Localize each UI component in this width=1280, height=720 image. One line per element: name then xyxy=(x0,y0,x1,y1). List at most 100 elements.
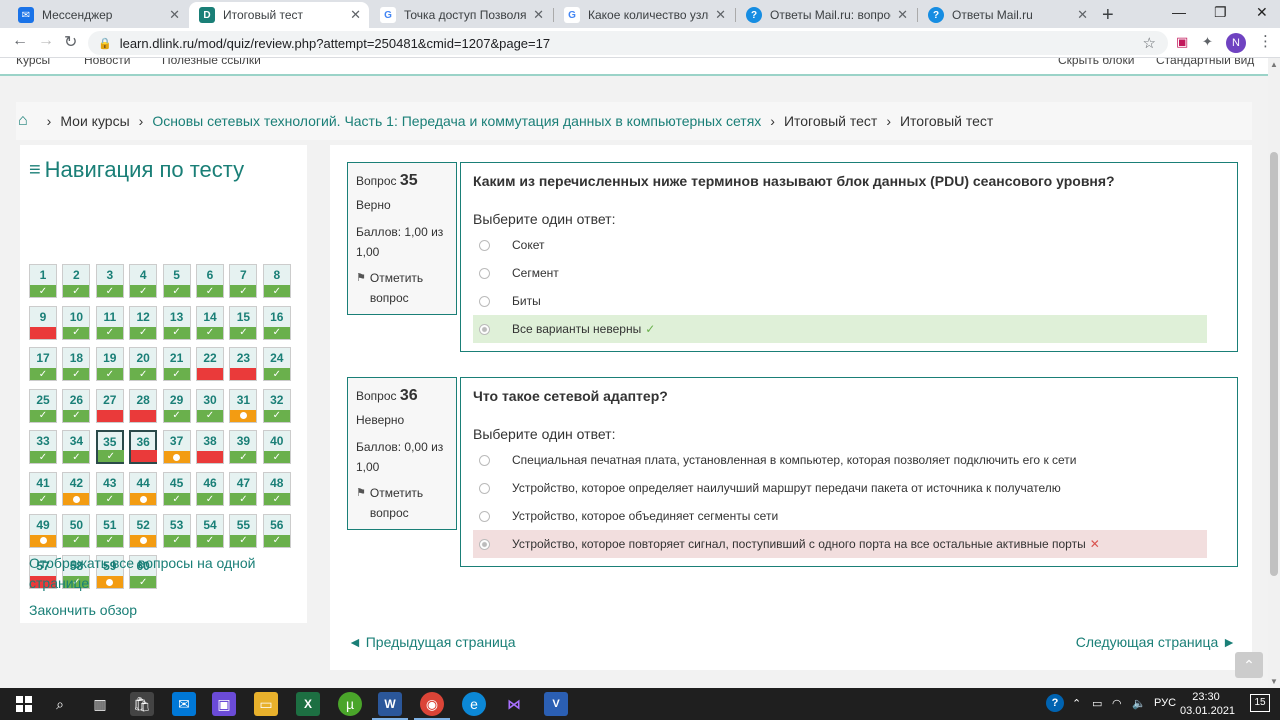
scroll-down-icon[interactable]: ▼ xyxy=(1270,677,1278,686)
quiz-nav-question-button[interactable]: 39 ✓ xyxy=(229,430,258,465)
quiz-nav-question-button[interactable]: 8 ✓ xyxy=(262,264,291,298)
clock[interactable]: 23:30 03.01.2021 xyxy=(1180,690,1235,718)
help-icon[interactable]: ? xyxy=(1046,694,1064,712)
quiz-nav-question-button[interactable]: 25 ✓ xyxy=(29,388,57,423)
browser-tab-messenger[interactable]: ✉ Мессенджер ✕ xyxy=(8,2,188,28)
answer-option[interactable]: Устройство, которое определяет наилучший… xyxy=(473,474,1207,502)
quiz-nav-question-button[interactable]: 22 xyxy=(196,347,224,382)
quiz-nav-question-button[interactable]: 28 xyxy=(129,388,158,423)
quiz-nav-question-button[interactable]: 51 ✓ xyxy=(95,513,124,548)
address-bar[interactable]: 🔒 learn.dlink.ru/mod/quiz/review.php?att… xyxy=(88,31,1168,55)
quiz-nav-question-button[interactable]: 21 ✓ xyxy=(162,347,191,382)
browser-tab-mailru-question[interactable]: ? Ответы Mail.ru: вопрос ✕ xyxy=(736,2,916,28)
page-scrollbar[interactable]: ▲ ▼ xyxy=(1268,58,1280,688)
network-icon[interactable]: ▭ xyxy=(1092,697,1102,710)
answer-option[interactable]: Биты xyxy=(473,287,1207,315)
quiz-nav-question-button[interactable]: 13 ✓ xyxy=(162,305,191,340)
nav-useful-links[interactable]: Полезные ссылки xyxy=(162,58,261,67)
answer-option-selected-wrong[interactable]: Устройство, которое повторяет сигнал, по… xyxy=(473,530,1207,558)
radio-button[interactable] xyxy=(479,239,490,251)
breadcrumb-my-courses[interactable]: Мои курсы xyxy=(60,113,129,129)
quiz-nav-question-button[interactable]: 4 ✓ xyxy=(129,264,158,298)
flag-question-button[interactable]: ⚑ Отметить вопрос xyxy=(356,268,448,308)
quiz-nav-question-button[interactable]: 41 ✓ xyxy=(29,472,57,506)
torrent-icon[interactable]: µ xyxy=(338,692,362,716)
chevron-up-icon[interactable]: ⌃ xyxy=(1072,697,1081,710)
show-all-questions-link[interactable]: Отображать все вопросы на одной странице xyxy=(29,553,289,593)
forward-arrow-icon[interactable]: → xyxy=(38,32,54,50)
profile-avatar[interactable]: N xyxy=(1226,33,1246,53)
mail-icon[interactable]: ✉ xyxy=(172,692,196,716)
browser-tab-google-1[interactable]: G Точка доступ Позволяет об ✕ xyxy=(370,2,552,28)
answer-option[interactable]: Устройство, которое объединяет сегменты … xyxy=(473,502,1207,530)
quiz-nav-question-button[interactable]: 54 ✓ xyxy=(196,513,224,548)
scroll-up-icon[interactable]: ▲ xyxy=(1270,60,1278,69)
quiz-nav-question-button[interactable]: 29 ✓ xyxy=(162,388,191,423)
close-icon[interactable]: ✕ xyxy=(897,7,908,23)
nav-courses[interactable]: Курсы xyxy=(16,58,50,67)
chrome-icon[interactable]: ◉ xyxy=(414,692,450,720)
quiz-nav-question-button[interactable]: 31 xyxy=(229,388,258,423)
excel-icon[interactable]: X xyxy=(296,692,320,716)
radio-button[interactable] xyxy=(479,454,490,466)
close-icon[interactable]: ✕ xyxy=(715,7,726,23)
new-tab-button[interactable]: + xyxy=(1102,4,1114,27)
quiz-nav-question-button[interactable]: 23 xyxy=(229,347,258,382)
extensions-puzzle-icon[interactable]: ✦ xyxy=(1202,34,1213,50)
answer-option[interactable]: Сокет xyxy=(473,231,1207,259)
quiz-nav-question-button[interactable]: 17 ✓ xyxy=(29,347,57,382)
task-view-icon[interactable]: ▥ xyxy=(88,692,112,716)
quiz-nav-question-button[interactable]: 7 ✓ xyxy=(229,264,258,298)
quiz-nav-question-button[interactable]: 48 ✓ xyxy=(262,472,291,506)
quiz-nav-question-button[interactable]: 14 ✓ xyxy=(196,305,224,340)
quiz-nav-question-button[interactable]: 33 ✓ xyxy=(29,430,57,465)
close-icon[interactable]: ✕ xyxy=(533,7,544,23)
quiz-nav-question-button[interactable]: 49 xyxy=(29,513,57,548)
nav-news[interactable]: Новости xyxy=(84,58,130,67)
quiz-nav-question-button[interactable]: 46 ✓ xyxy=(196,472,224,506)
scrollbar-thumb[interactable] xyxy=(1270,152,1278,576)
back-to-top-button[interactable]: ⌃ xyxy=(1235,652,1263,678)
finish-review-link[interactable]: Закончить обзор xyxy=(29,600,137,620)
quiz-nav-question-button[interactable]: 37 xyxy=(162,430,191,465)
next-page-link[interactable]: Следующая страница ► xyxy=(1076,634,1236,650)
quiz-nav-question-button[interactable]: 43 ✓ xyxy=(95,472,124,506)
windows-start-icon[interactable] xyxy=(12,692,36,716)
save-icon[interactable]: ▣ xyxy=(212,692,236,716)
volume-icon[interactable]: 🔈 xyxy=(1132,697,1146,710)
answer-option[interactable]: Специальная печатная плата, установленна… xyxy=(473,446,1207,474)
quiz-nav-question-button[interactable]: 27 xyxy=(95,388,124,423)
quiz-nav-question-button[interactable]: 2 ✓ xyxy=(62,264,91,298)
quiz-nav-question-button[interactable]: 47 ✓ xyxy=(229,472,258,506)
quiz-nav-question-button[interactable]: 56 ✓ xyxy=(262,513,291,548)
minimize-button[interactable]: — xyxy=(1172,4,1186,20)
browser-tab-mailru[interactable]: ? Ответы Mail.ru ✕ xyxy=(918,2,1096,28)
visual-studio-icon[interactable]: ⋈ xyxy=(502,692,526,716)
radio-button[interactable] xyxy=(479,267,490,279)
home-icon[interactable]: ⌂ xyxy=(18,112,28,130)
radio-button[interactable] xyxy=(479,482,490,494)
quiz-nav-question-button[interactable]: 24 ✓ xyxy=(262,347,291,382)
browser-tab-google-2[interactable]: G Какое количество узлов до ✕ xyxy=(554,2,734,28)
quiz-nav-question-button[interactable]: 34 ✓ xyxy=(62,430,91,465)
quiz-nav-question-button[interactable]: 9 xyxy=(29,305,57,340)
quiz-nav-question-button[interactable]: 10 ✓ xyxy=(62,305,91,340)
quiz-nav-question-button[interactable]: 6 ✓ xyxy=(196,264,224,298)
answer-option-selected-correct[interactable]: Все варианты неверны ✓ xyxy=(473,315,1207,343)
vs-code-icon[interactable]: V xyxy=(544,692,568,716)
quiz-nav-question-button[interactable]: 38 xyxy=(196,430,224,465)
explorer-icon[interactable]: ▭ xyxy=(254,692,278,716)
quiz-nav-question-button[interactable]: 35 ✓ xyxy=(95,430,124,465)
quiz-nav-question-button[interactable]: 16 ✓ xyxy=(262,305,291,340)
quiz-nav-question-button[interactable]: 45 ✓ xyxy=(162,472,191,506)
answer-option[interactable]: Сегмент xyxy=(473,259,1207,287)
quiz-nav-question-button[interactable]: 36 xyxy=(129,430,158,465)
radio-button[interactable] xyxy=(479,295,490,307)
edge-icon[interactable]: e xyxy=(462,692,486,716)
quiz-nav-question-button[interactable]: 53 ✓ xyxy=(162,513,191,548)
search-icon[interactable]: ⌕ xyxy=(48,692,72,716)
close-icon[interactable]: ✕ xyxy=(1077,7,1088,23)
quiz-nav-question-button[interactable]: 44 xyxy=(129,472,158,506)
maximize-button[interactable]: ❐ xyxy=(1214,4,1227,21)
wifi-icon[interactable]: ◠ xyxy=(1112,697,1122,710)
